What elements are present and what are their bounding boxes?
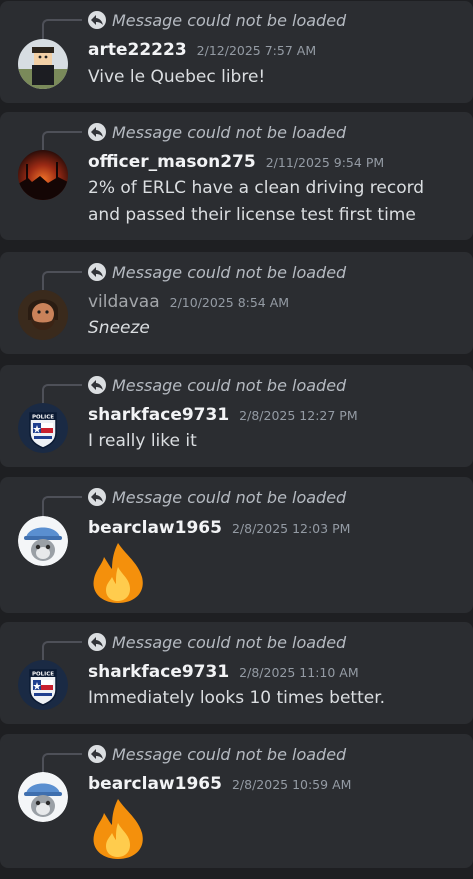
reply-preview[interactable]: Message could not be loaded — [88, 744, 346, 764]
reply-connector — [42, 19, 82, 41]
bearded-man-avatar-icon[interactable] — [18, 290, 68, 340]
fire-emoji-icon — [88, 797, 148, 861]
username[interactable]: bearclaw1965 — [88, 518, 222, 538]
reply-text: Message could not be loaded — [112, 262, 347, 282]
message-item[interactable]: Message could not be loaded officer_maso… — [0, 112, 473, 240]
username[interactable]: bearclaw1965 — [88, 774, 222, 794]
police-badge-avatar-icon[interactable] — [18, 403, 68, 453]
message-text: Sneeze — [88, 318, 150, 338]
cat-avatar-icon[interactable] — [18, 516, 68, 566]
reply-preview[interactable]: Message could not be loaded — [88, 487, 346, 507]
message-item[interactable]: Message could not be loaded vildavaa 2/1… — [0, 252, 473, 354]
reply-connector — [42, 496, 82, 518]
reply-preview[interactable]: Message could not be loaded — [88, 122, 346, 142]
message-text: 2% of ERLC have a clean driving record a… — [88, 178, 425, 225]
reply-text: Message could not be loaded — [112, 122, 347, 142]
reply-text: Message could not be loaded — [112, 375, 347, 395]
reply-arrow-icon — [88, 263, 106, 281]
reply-text: Message could not be loaded — [112, 632, 347, 652]
username[interactable]: sharkface9731 — [88, 662, 229, 682]
police-badge-avatar-icon[interactable] — [18, 660, 68, 710]
message-item[interactable]: Message could not be loaded arte22223 2/… — [0, 1, 473, 103]
reply-arrow-icon — [88, 376, 106, 394]
timestamp: 2/11/2025 9:54 PM — [265, 155, 385, 170]
message-item[interactable]: Message could not be loaded bearclaw1965… — [0, 734, 473, 868]
message-item[interactable]: Message could not be loaded bearclaw1965… — [0, 477, 473, 613]
reply-arrow-icon — [88, 488, 106, 506]
username[interactable]: vildavaa — [88, 292, 160, 312]
timestamp: 2/12/2025 7:57 AM — [196, 43, 317, 58]
reply-preview[interactable]: Message could not be loaded — [88, 10, 346, 30]
message-item[interactable]: Message could not be loaded sharkface973… — [0, 622, 473, 724]
reply-preview[interactable]: Message could not be loaded — [88, 262, 346, 282]
message-item[interactable]: Message could not be loaded sharkface973… — [0, 365, 473, 467]
reply-text: Message could not be loaded — [112, 487, 347, 507]
timestamp: 2/10/2025 8:54 AM — [169, 295, 290, 310]
reply-arrow-icon — [88, 633, 106, 651]
reply-text: Message could not be loaded — [112, 10, 347, 30]
cat-avatar-icon[interactable] — [18, 772, 68, 822]
message-text: Vive le Quebec libre! — [88, 67, 266, 87]
timestamp: 2/8/2025 10:59 AM — [231, 777, 352, 792]
username[interactable]: officer_mason275 — [88, 152, 256, 172]
sunset-avatar-icon[interactable] — [18, 150, 68, 200]
reply-arrow-icon — [88, 11, 106, 29]
roblox-avatar-icon[interactable] — [18, 39, 68, 89]
reply-text: Message could not be loaded — [112, 744, 347, 764]
message-text: Immediately looks 10 times better. — [88, 688, 386, 708]
username[interactable]: sharkface9731 — [88, 405, 229, 425]
reply-preview[interactable]: Message could not be loaded — [88, 632, 346, 652]
timestamp: 2/8/2025 11:10 AM — [239, 665, 359, 680]
reply-arrow-icon — [88, 745, 106, 763]
username[interactable]: arte22223 — [88, 40, 187, 60]
timestamp: 2/8/2025 12:27 PM — [239, 408, 358, 423]
reply-preview[interactable]: Message could not be loaded — [88, 375, 346, 395]
message-text: I really like it — [88, 431, 197, 451]
timestamp: 2/8/2025 12:03 PM — [231, 521, 351, 536]
reply-arrow-icon — [88, 123, 106, 141]
fire-emoji-icon — [88, 541, 148, 605]
